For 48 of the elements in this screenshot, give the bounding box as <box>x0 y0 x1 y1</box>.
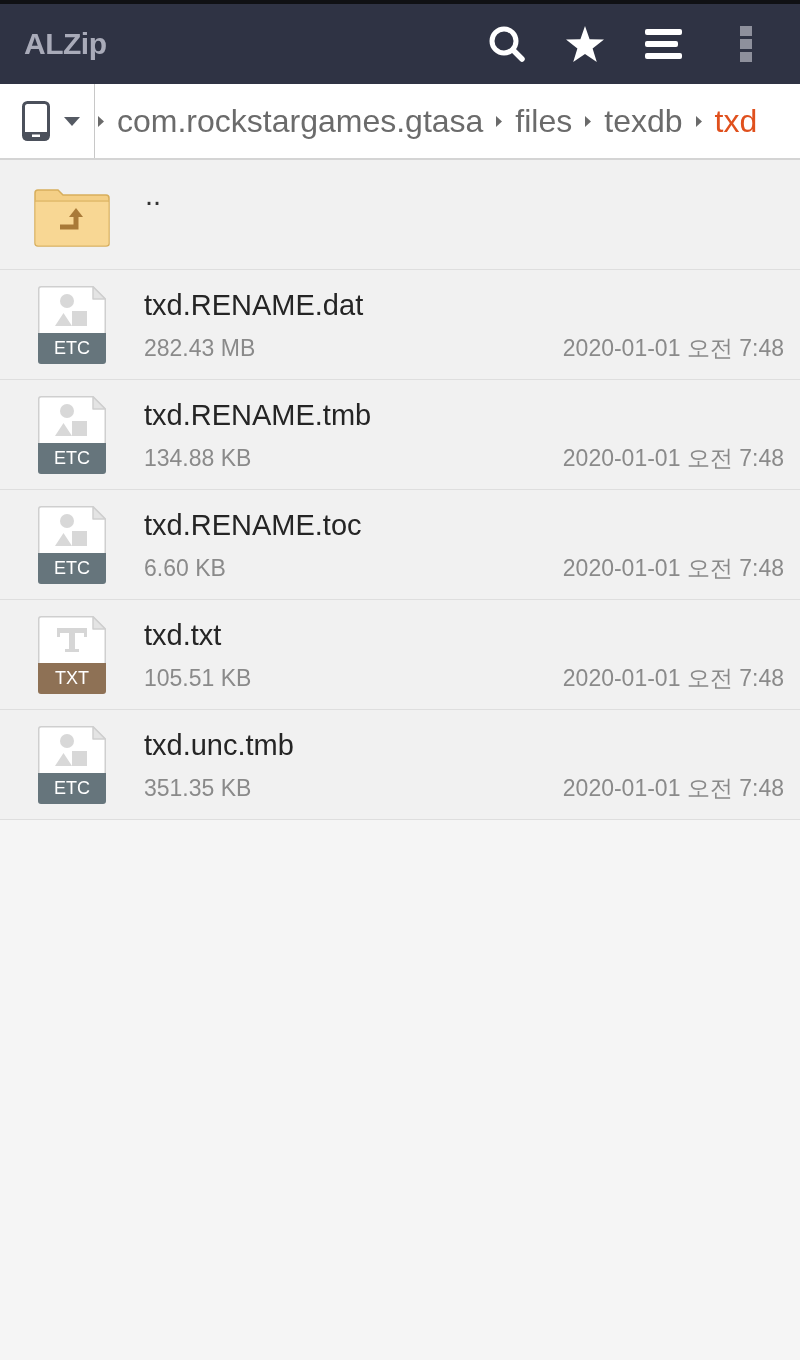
search-icon <box>489 26 525 62</box>
file-type-label: ETC <box>38 442 106 474</box>
breadcrumb-link[interactable]: texdb <box>604 101 683 141</box>
file-name: txd.RENAME.tmb <box>144 398 373 432</box>
file-name: txd.RENAME.toc <box>144 508 363 542</box>
breadcrumb-link[interactable]: com.rockstargames.gtasa <box>117 101 484 141</box>
file-type-label: ETC <box>38 772 106 804</box>
shapes-document-icon <box>38 725 106 773</box>
file-name: txd.txt <box>144 618 223 652</box>
more-options-icon <box>740 26 752 62</box>
file-type-label: ETC <box>38 332 106 364</box>
modified-date: 2020-01-01 오전 7:48 <box>562 444 784 472</box>
file-name: txd.RENAME.dat <box>144 288 365 322</box>
caret-down-icon <box>64 116 80 126</box>
modified-date: 2020-01-01 오전 7:48 <box>562 664 784 692</box>
caret-right-icon <box>695 115 702 127</box>
letter-t-document-icon <box>38 615 106 663</box>
modified-date: 2020-01-01 오전 7:48 <box>562 774 784 802</box>
breadcrumb-link[interactable]: txd <box>714 101 758 141</box>
file-size: 105.51 KB <box>144 664 252 692</box>
menu-icon <box>644 29 682 59</box>
star-icon <box>566 26 604 62</box>
file-size: 351.35 KB <box>144 774 252 802</box>
shapes-document-icon <box>38 285 106 333</box>
file-row[interactable]: ETC txd.RENAME.dat 282.43 MB 2020-01-01 오전 7:48 <box>0 270 800 380</box>
parent-folder-row[interactable]: .. <box>0 160 800 270</box>
file-size: 134.88 KB <box>144 444 252 472</box>
caret-right-icon <box>496 115 503 127</box>
file-row[interactable]: ETC txd.RENAME.toc 6.60 KB 2020-01-01 오전 7:48 <box>0 490 800 600</box>
file-type-label: ETC <box>38 552 106 584</box>
modified-date: 2020-01-01 오전 7:48 <box>562 334 784 362</box>
folder-up-arrow-icon <box>34 189 110 247</box>
app-title: ALZip <box>24 27 107 61</box>
caret-right-icon <box>98 115 104 127</box>
file-name: txd.unc.tmb <box>144 728 295 762</box>
file-row[interactable]: ETC txd.RENAME.tmb 134.88 KB 2020-01-01 오전 7:48 <box>0 380 800 490</box>
phone-icon <box>22 101 50 141</box>
file-row[interactable]: TXT txd.txt 105.51 KB 2020-01-01 오전 7:48 <box>0 600 800 710</box>
file-row[interactable]: ETC txd.unc.tmb 351.35 KB 2020-01-01 오전 7:48 <box>0 710 800 820</box>
parent-folder-label: .. <box>145 178 162 212</box>
shapes-document-icon <box>38 395 106 443</box>
breadcrumb-link[interactable]: files <box>515 101 573 141</box>
file-type-label: TXT <box>38 662 106 694</box>
modified-date: 2020-01-01 오전 7:48 <box>562 554 784 582</box>
caret-right-icon <box>585 115 592 127</box>
shapes-document-icon <box>38 505 106 553</box>
file-size: 282.43 MB <box>144 334 256 362</box>
file-size: 6.60 KB <box>144 554 226 582</box>
